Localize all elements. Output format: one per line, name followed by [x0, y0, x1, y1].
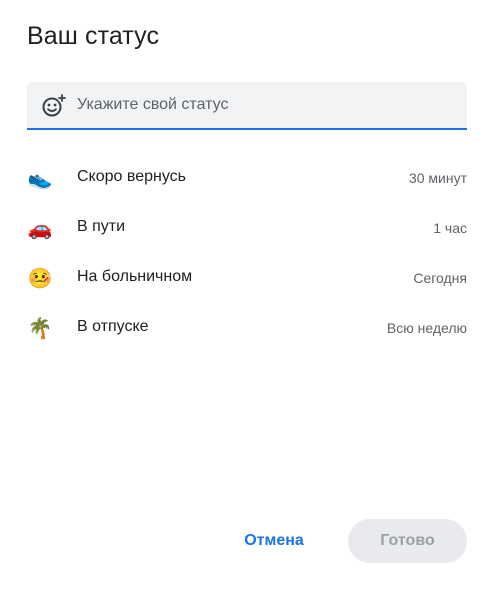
status-preset-row[interactable]: 🤒 На больничном Сегодня — [0, 253, 492, 303]
status-preset-row[interactable]: 👟 Скоро вернусь 30 минут — [0, 153, 492, 203]
status-preset-label: В отпуске — [77, 318, 149, 335]
dialog-title: Ваш статус — [27, 22, 160, 50]
status-preset-label: На больничном — [77, 268, 193, 285]
car-icon: 🚗 — [27, 216, 53, 240]
status-preset-duration: Сегодня — [413, 270, 467, 286]
status-preset-duration: 1 час — [433, 220, 467, 236]
status-preset-duration: Всю неделю — [386, 320, 467, 336]
sick-face-icon: 🤒 — [27, 266, 53, 290]
status-dialog: Ваш статус 👟 Скоро вернусь 30 минут 🚗 В … — [0, 0, 492, 590]
status-preset-row[interactable]: 🌴 В отпуске Всю неделю — [0, 303, 492, 353]
status-preset-label: В пути — [77, 218, 126, 235]
status-input-container[interactable] — [27, 82, 467, 130]
sneaker-icon: 👟 — [27, 166, 53, 190]
cancel-button[interactable]: Отмена — [230, 519, 318, 563]
palm-tree-icon: 🌴 — [27, 316, 53, 340]
status-preset-label: Скоро вернусь — [77, 168, 186, 185]
done-button[interactable]: Готово — [348, 519, 467, 563]
status-input[interactable] — [77, 90, 447, 120]
status-preset-list: 👟 Скоро вернусь 30 минут 🚗 В пути 1 час … — [0, 153, 492, 353]
status-preset-duration: 30 минут — [408, 170, 467, 186]
status-preset-row[interactable]: 🚗 В пути 1 час — [0, 203, 492, 253]
add-emoji-icon[interactable] — [40, 93, 66, 119]
